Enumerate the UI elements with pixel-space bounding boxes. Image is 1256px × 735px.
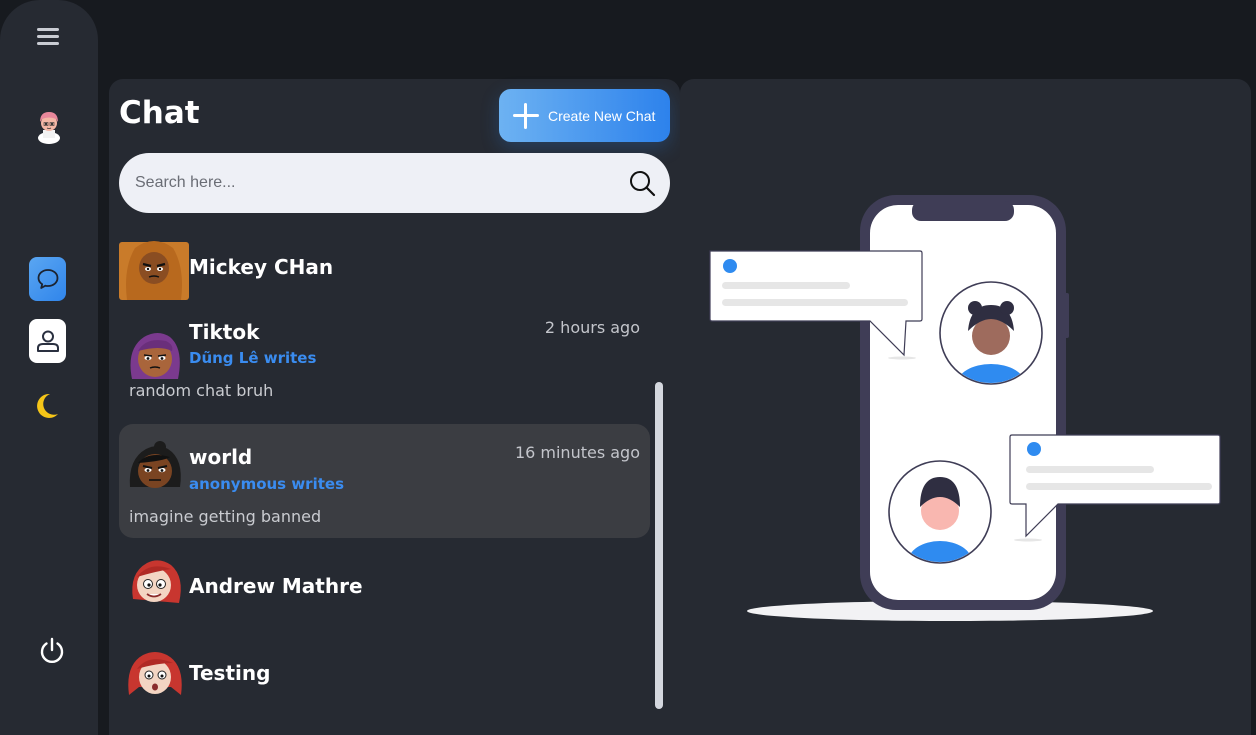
chat-item-writer: anonymous writes (189, 475, 344, 493)
chat-illustration (709, 195, 1221, 621)
power-icon[interactable] (37, 636, 67, 666)
chat-list-scrollbar[interactable] (655, 382, 663, 709)
chat-item-time: 2 hours ago (544, 318, 640, 337)
chats-nav-button[interactable] (29, 257, 66, 301)
contacts-nav-button[interactable] (29, 319, 66, 363)
chat-item-testing[interactable]: Testing (119, 637, 650, 721)
chat-panel: Chat Create New Chat Search here... Mick… (109, 79, 680, 735)
page-title: Chat (119, 95, 200, 131)
chat-item-world[interactable]: world 16 minutes ago anonymous writes im… (119, 424, 650, 538)
create-new-chat-button[interactable]: Create New Chat (499, 89, 670, 142)
chat-item-tiktok[interactable]: Tiktok 2 hours ago Dũng Lê writes random… (119, 309, 650, 419)
conversation-panel (680, 79, 1251, 735)
search-icon[interactable] (628, 169, 656, 197)
avatar (127, 555, 185, 613)
chat-bubble-icon (37, 269, 58, 289)
chat-item-name: Andrew Mathre (189, 574, 363, 598)
chat-item-writer: Dũng Lê writes (189, 349, 317, 367)
chat-item-preview: imagine getting banned (129, 507, 322, 526)
plus-icon (513, 102, 539, 129)
user-avatar[interactable] (34, 108, 64, 144)
moon-icon[interactable] (32, 390, 60, 422)
chat-item-name: Tiktok (189, 320, 260, 344)
search-input[interactable] (135, 174, 628, 192)
chat-item-name: Mickey CHan (189, 255, 334, 279)
create-new-chat-label: Create New Chat (548, 107, 656, 124)
person-icon (36, 330, 59, 352)
hamburger-menu-icon[interactable] (37, 28, 59, 46)
search-bar (119, 153, 670, 213)
chat-item-name: Testing (189, 661, 271, 685)
sidebar (0, 0, 98, 735)
avatar (125, 647, 185, 707)
chat-item-name: world (189, 445, 253, 469)
avatar (124, 327, 186, 389)
avatar (124, 439, 186, 501)
chat-item-mickey-chan[interactable]: Mickey CHan (119, 235, 650, 303)
chat-item-time: 16 minutes ago (514, 443, 640, 462)
chat-item-andrew-mathre[interactable]: Andrew Mathre (119, 549, 650, 629)
avatar (119, 238, 189, 300)
chat-item-preview: random chat bruh (129, 381, 274, 400)
